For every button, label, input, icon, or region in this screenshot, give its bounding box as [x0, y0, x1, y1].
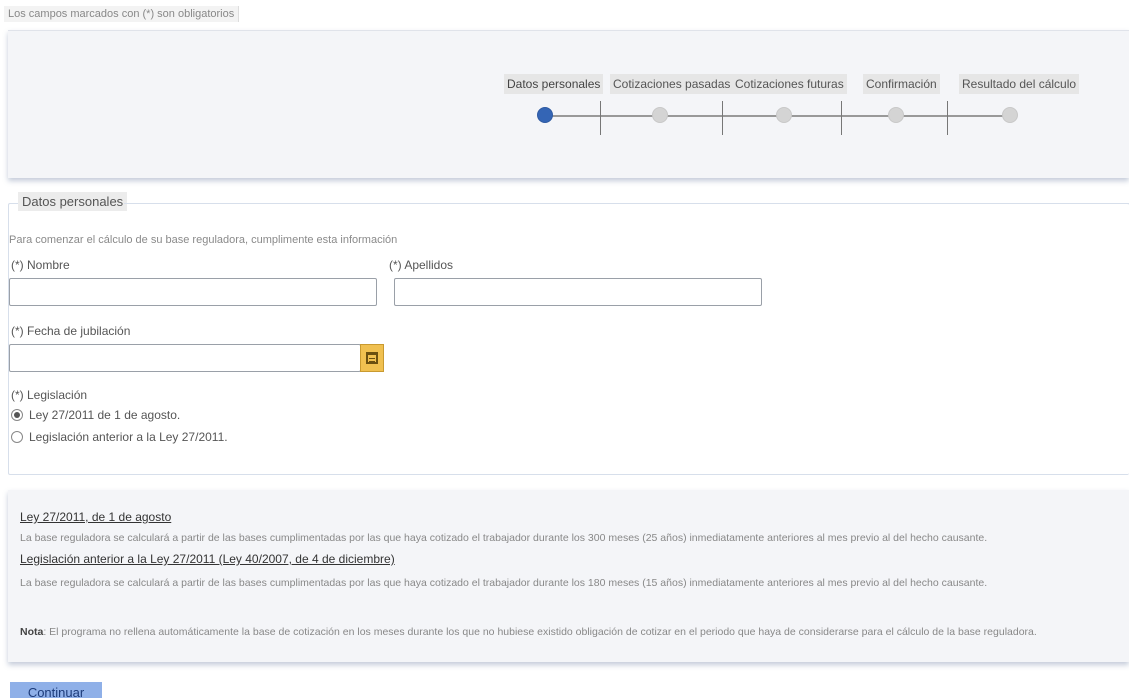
nombre-input[interactable]: [9, 278, 377, 306]
step-separator: [722, 101, 723, 135]
calendar-icon: [366, 352, 378, 364]
step-separator: [947, 101, 948, 135]
form-intro: Para comenzar el cálculo de su base regu…: [9, 234, 398, 246]
step-dot-datos-personales: [537, 107, 553, 123]
fieldset-legend: Datos personales: [18, 192, 128, 211]
fecha-jubilacion-label: (*) Fecha de jubilación: [11, 324, 131, 338]
date-picker-button[interactable]: [360, 344, 384, 372]
link-legislacion-anterior[interactable]: Legislación anterior a la Ley 27/2011 (L…: [20, 552, 395, 566]
legend-line: [124, 203, 1129, 204]
step-cotizaciones-pasadas: Cotizaciones pasadas: [610, 74, 734, 94]
step-confirmacion: Confirmación: [863, 74, 940, 94]
info-panel: Ley 27/2011, de 1 de agosto La base regu…: [8, 490, 1129, 662]
note-text: Nota: El programa no rellena automáticam…: [20, 626, 1037, 638]
continue-button[interactable]: Continuar: [10, 682, 102, 698]
info-text-180-meses: La base reguladora se calculará a partir…: [20, 577, 988, 589]
datos-personales-fieldset: Datos personales Para comenzar el cálcul…: [8, 192, 1129, 475]
step-separator: [841, 101, 842, 135]
fecha-jubilacion-input[interactable]: [9, 344, 361, 372]
note-label: Nota: [20, 626, 44, 638]
radio-legislacion-anterior[interactable]: Legislación anterior a la Ley 27/2011.: [11, 430, 228, 444]
radio-ley-27-2011[interactable]: Ley 27/2011 de 1 de agosto.: [11, 408, 180, 422]
info-text-300-meses: La base reguladora se calculará a partir…: [20, 532, 988, 544]
apellidos-input[interactable]: [394, 278, 762, 306]
step-dot-cotizaciones-futuras: [776, 107, 792, 123]
apellidos-label: (*) Apellidos: [389, 258, 454, 272]
step-cotizaciones-futuras: Cotizaciones futuras: [732, 74, 847, 94]
radio-label: Ley 27/2011 de 1 de agosto.: [29, 408, 181, 422]
step-separator: [600, 101, 601, 135]
radio-button[interactable]: [11, 431, 23, 443]
link-ley-27-2011[interactable]: Ley 27/2011, de 1 de agosto: [20, 510, 171, 524]
step-dot-confirmacion: [888, 107, 904, 123]
note-body: : El programa no rellena automáticamente…: [43, 626, 1037, 638]
required-fields-notice: Los campos marcados con (*) son obligato…: [4, 6, 240, 22]
nombre-label: (*) Nombre: [11, 258, 70, 272]
step-datos-personales: Datos personales: [504, 74, 604, 94]
step-dot-resultado: [1002, 107, 1018, 123]
radio-button-checked[interactable]: [11, 409, 23, 421]
legislacion-label: (*) Legislación: [11, 388, 88, 402]
step-resultado: Resultado del cálculo: [959, 74, 1080, 94]
progress-steps: Datos personales Cotizaciones pasadas Co…: [8, 30, 1129, 178]
radio-label: Legislación anterior a la Ley 27/2011.: [29, 430, 228, 444]
step-dot-cotizaciones-pasadas: [652, 107, 668, 123]
